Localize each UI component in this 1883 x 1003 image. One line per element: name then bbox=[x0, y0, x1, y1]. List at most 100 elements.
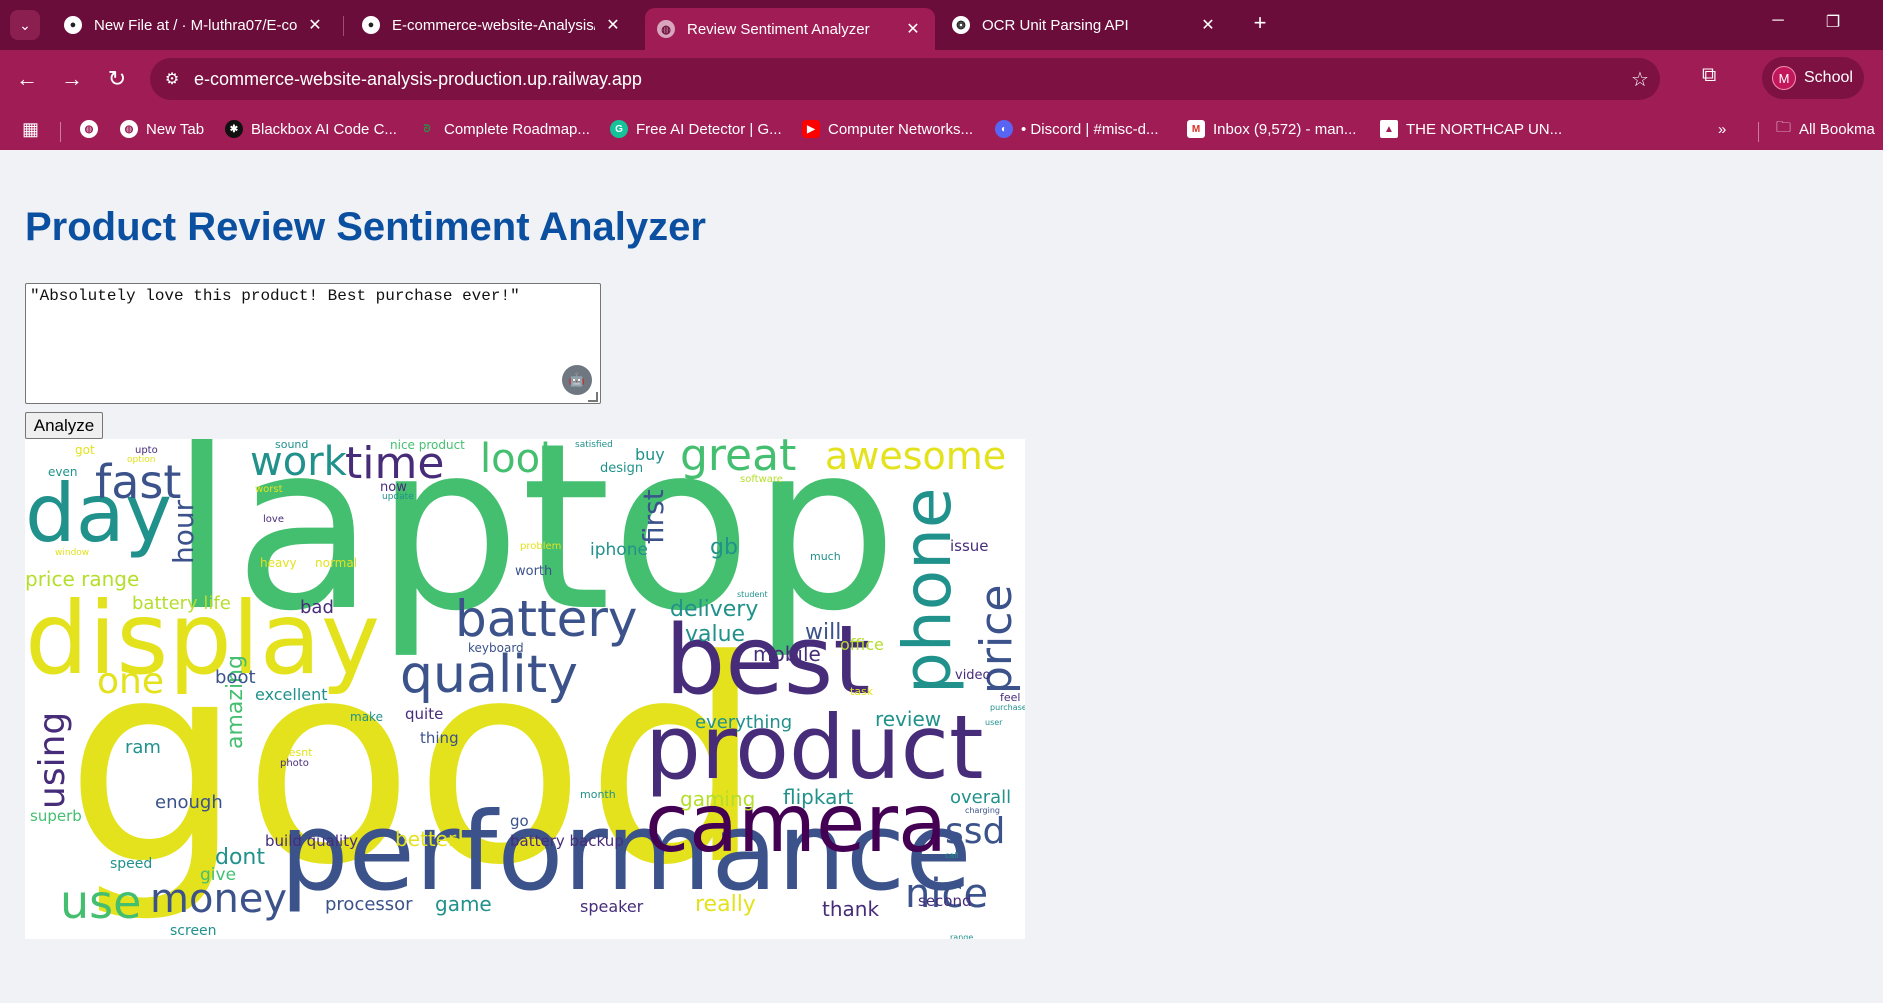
word-cloud-word: battery backup bbox=[510, 832, 624, 850]
site-info-icon[interactable]: ⚙ bbox=[150, 69, 194, 89]
bookmark-computer-networks[interactable]: ▶ Computer Networks... bbox=[802, 116, 973, 142]
word-cloud-word: speaker bbox=[580, 897, 644, 916]
close-icon[interactable]: ✕ bbox=[603, 15, 623, 35]
word-cloud-word: sound bbox=[275, 439, 309, 451]
ncu-icon: ▲ bbox=[1380, 120, 1398, 138]
globe-icon: ◍ bbox=[657, 20, 675, 38]
word-cloud-word: worst bbox=[255, 484, 283, 495]
word-cloud-word: update bbox=[382, 492, 414, 502]
word-cloud-word: money bbox=[150, 876, 288, 922]
word-cloud-word: make bbox=[350, 710, 383, 724]
new-tab-button[interactable]: + bbox=[1245, 10, 1275, 36]
forward-button[interactable]: → bbox=[57, 64, 87, 94]
close-icon[interactable]: ✕ bbox=[903, 19, 923, 39]
word-cloud-word: give bbox=[200, 865, 237, 885]
word-cloud-word: heavy bbox=[260, 556, 297, 570]
tab-review-sentiment-analyzer[interactable]: ◍ Review Sentiment Analyzer ✕ bbox=[645, 8, 935, 50]
word-cloud-word: second bbox=[918, 892, 972, 910]
bookmark-new-tab[interactable]: ◍ New Tab bbox=[120, 116, 204, 142]
restore-button[interactable]: ❐ bbox=[1818, 12, 1848, 32]
word-cloud-word: purchase bbox=[990, 703, 1025, 712]
word-cloud-word: flipkart bbox=[783, 785, 854, 809]
address-bar[interactable]: ⚙ e-commerce-website-analysis-production… bbox=[150, 58, 1660, 100]
word-cloud-word: much bbox=[810, 550, 841, 563]
bookmark-label: Computer Networks... bbox=[828, 120, 974, 138]
word-cloud-word: excellent bbox=[255, 685, 328, 704]
extensions-icon[interactable]: ⧉ bbox=[1702, 64, 1716, 87]
word-cloud-image: laptop good display performance best product c… bbox=[25, 439, 1025, 939]
word-cloud-word: phone bbox=[889, 487, 966, 694]
tab-github-new-file[interactable]: ● New File at / · M-luthra07/E-com ✕ bbox=[52, 8, 337, 42]
profile-button[interactable]: M School bbox=[1762, 57, 1864, 99]
word-cloud-word: battery bbox=[455, 590, 638, 648]
gfg-icon: ᘐ bbox=[423, 123, 431, 135]
bookmark-star-icon[interactable]: ☆ bbox=[1620, 67, 1660, 92]
word-cloud-word: option bbox=[127, 455, 156, 465]
word-cloud-word: boot bbox=[215, 667, 256, 688]
bookmark-label: Inbox (9,572) - man... bbox=[1213, 120, 1357, 138]
review-textarea[interactable] bbox=[25, 283, 601, 404]
url-text[interactable]: e-commerce-website-analysis-production.u… bbox=[194, 69, 1620, 90]
tab-label: E-commerce-website-Analysis/f bbox=[392, 16, 595, 34]
github-icon: ● bbox=[362, 16, 380, 34]
chevron-down-icon: ⌄ bbox=[19, 16, 31, 33]
avatar: M bbox=[1772, 66, 1796, 90]
all-bookmarks-button[interactable]: 🗀 All Bookma bbox=[1776, 116, 1875, 142]
reload-button[interactable]: ↻ bbox=[102, 64, 132, 94]
tab-search-button[interactable]: ⌄ bbox=[10, 10, 40, 40]
word-cloud-word: go bbox=[510, 812, 529, 830]
reload-icon: ↻ bbox=[107, 66, 127, 91]
word-cloud-word: hour bbox=[167, 499, 200, 564]
word-cloud-word: one bbox=[97, 661, 164, 702]
bookmark-label: THE NORTHCAP UN... bbox=[1406, 120, 1563, 138]
word-cloud-word: value bbox=[685, 622, 746, 647]
assistant-bot-icon[interactable]: 🤖 bbox=[562, 365, 592, 395]
bookmark-roadmap[interactable]: ᘐ Complete Roadmap... bbox=[418, 116, 589, 142]
word-cloud-word: month bbox=[580, 788, 616, 801]
close-icon[interactable]: ✕ bbox=[305, 15, 325, 35]
word-cloud-word: ssd bbox=[945, 811, 1006, 852]
bookmark-ai-detector[interactable]: G Free AI Detector | G... bbox=[610, 116, 782, 142]
globe-icon: ◍ bbox=[80, 120, 98, 138]
bookmark-inbox[interactable]: M Inbox (9,572) - man... bbox=[1187, 116, 1356, 142]
tab-ocr-unit-parsing[interactable]: ❂ OCR Unit Parsing API ✕ bbox=[940, 8, 1230, 42]
minimize-button[interactable]: ─ bbox=[1763, 12, 1793, 30]
bookmark-label: Blackbox AI Code C... bbox=[251, 120, 397, 138]
word-cloud-word: ram bbox=[125, 737, 161, 758]
word-cloud-word: thing bbox=[420, 729, 459, 747]
profile-label: School bbox=[1804, 69, 1853, 86]
word-cloud-word: issue bbox=[950, 537, 989, 555]
word-cloud-word: keyboard bbox=[468, 641, 524, 655]
bookmarks-bar: ▦ ◍ ◍ New Tab ✱ Blackbox AI Code C... ᘐ … bbox=[0, 108, 1883, 150]
bookmark-northcap[interactable]: ▲ THE NORTHCAP UN... bbox=[1380, 116, 1562, 142]
word-cloud-word: look bbox=[480, 439, 564, 482]
apps-button[interactable]: ▦ bbox=[22, 116, 39, 142]
bookmarks-overflow-button[interactable]: » bbox=[1718, 116, 1726, 142]
word-cloud-word: delivery bbox=[670, 597, 759, 622]
tab-strip: ⌄ ● New File at / · M-luthra07/E-com ✕ ●… bbox=[0, 0, 1883, 50]
word-cloud-word: photo bbox=[280, 758, 309, 769]
bookmark-blackbox[interactable]: ✱ Blackbox AI Code C... bbox=[225, 116, 397, 142]
resize-handle[interactable] bbox=[588, 392, 598, 402]
discord-icon: ◐ bbox=[995, 120, 1013, 138]
analyze-button[interactable]: Analyze bbox=[25, 412, 103, 439]
word-cloud-word: processor bbox=[325, 894, 413, 915]
word-cloud-word: doesnt bbox=[275, 746, 313, 759]
word-cloud-word: will bbox=[805, 620, 842, 645]
bookmark-globe[interactable]: ◍ bbox=[80, 116, 106, 142]
tab-github-analysis[interactable]: ● E-commerce-website-Analysis/f ✕ bbox=[350, 8, 635, 42]
word-cloud-word: use bbox=[60, 875, 142, 929]
back-button[interactable]: ← bbox=[12, 64, 42, 94]
bookmark-label: New Tab bbox=[146, 120, 205, 138]
word-cloud-word: using bbox=[32, 711, 73, 809]
bookmark-label: All Bookma bbox=[1799, 120, 1875, 138]
word-cloud-word: range bbox=[950, 933, 974, 940]
word-cloud-word: better bbox=[395, 827, 457, 851]
browser-toolbar: ← → ↻ ⚙ e-commerce-website-analysis-prod… bbox=[0, 50, 1883, 108]
word-cloud-word: nice product bbox=[390, 439, 465, 452]
word-cloud-word: office bbox=[840, 635, 884, 654]
close-icon[interactable]: ✕ bbox=[1198, 15, 1218, 35]
bookmark-discord[interactable]: ◐ • Discord | #misc-d... bbox=[995, 116, 1159, 142]
word-cloud-word: great bbox=[680, 439, 797, 481]
globe-icon: ◍ bbox=[120, 120, 138, 138]
